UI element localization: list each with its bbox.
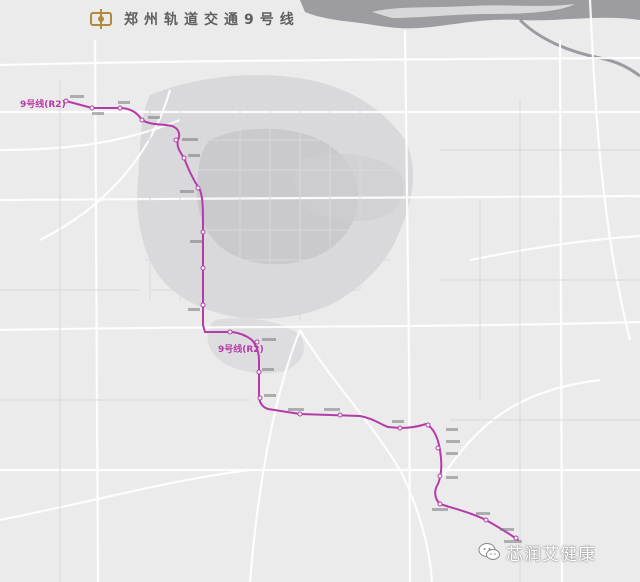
map-title: 郑州轨道交通9号线 bbox=[124, 12, 300, 28]
station-marker bbox=[89, 105, 95, 111]
station-marker bbox=[257, 395, 263, 401]
station-marker bbox=[437, 473, 443, 479]
station-marker bbox=[435, 445, 441, 451]
station-marker bbox=[117, 105, 123, 111]
station-marker bbox=[256, 369, 262, 375]
station-marker bbox=[337, 412, 343, 418]
station-marker bbox=[397, 425, 403, 431]
map-canvas: 郑州轨道交通9号线 9号线(R2) 9号线(R2) 芯润艾健康 bbox=[0, 0, 640, 582]
station-marker bbox=[173, 137, 179, 143]
wechat-icon bbox=[478, 543, 500, 560]
station-marker bbox=[181, 155, 187, 161]
station-marker bbox=[195, 185, 201, 191]
line-label-mid: 9号线(R2) bbox=[218, 345, 264, 355]
station-marker bbox=[227, 329, 233, 335]
map-svg bbox=[0, 0, 640, 582]
station-marker bbox=[437, 501, 443, 507]
line-label-top: 9号线(R2) bbox=[20, 100, 66, 110]
watermark: 芯润艾健康 bbox=[478, 540, 596, 565]
map-title-bar: 郑州轨道交通9号线 bbox=[88, 6, 300, 32]
watermark-text: 芯润艾健康 bbox=[506, 544, 596, 565]
station-marker bbox=[139, 117, 145, 123]
station-marker bbox=[425, 422, 431, 428]
station-marker bbox=[297, 411, 303, 417]
station-marker bbox=[200, 265, 206, 271]
station-marker bbox=[200, 302, 206, 308]
station-marker bbox=[200, 229, 206, 235]
metro-logo-icon bbox=[88, 6, 114, 32]
station-marker bbox=[483, 517, 489, 523]
